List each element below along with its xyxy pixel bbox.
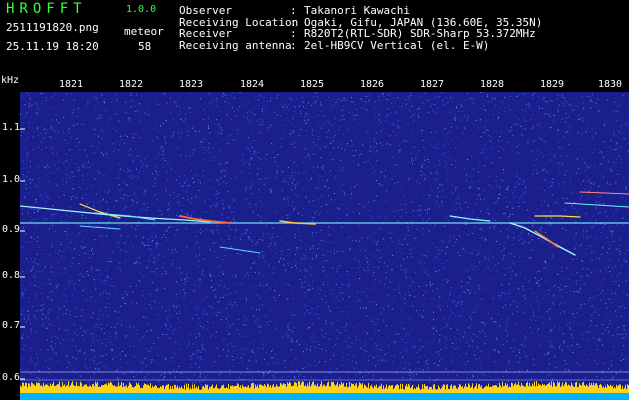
time-tick: 1829 xyxy=(540,79,565,90)
info-row-antenna: Receiving antenna:2el-HB9CV Vertical (el… xyxy=(179,40,542,52)
time-tick: 1830 xyxy=(598,79,623,90)
meteor-label: meteor xyxy=(124,25,164,38)
time-tick: 1823 xyxy=(179,79,204,90)
freq-tick: 0.8 xyxy=(2,270,21,281)
info-sep: : xyxy=(290,4,297,17)
timestamp: 25.11.19 18:20 xyxy=(6,40,99,53)
spectrogram-background xyxy=(20,92,629,400)
spectrogram xyxy=(20,92,629,400)
freq-tick: 0.9 xyxy=(2,224,21,235)
info-value: 2el-HB9CV Vertical (el. E-W) xyxy=(304,38,490,52)
time-tick: 1824 xyxy=(240,79,265,90)
info-value: Takanori Kawachi xyxy=(304,4,410,17)
file-name: 2511191820.png xyxy=(6,21,99,34)
time-tick: 1828 xyxy=(480,79,505,90)
header-panel: HROFFT 1.0.0 2511191820.png meteor 25.11… xyxy=(0,0,629,72)
info-key: Observer xyxy=(179,4,232,17)
time-tick: 1821 xyxy=(59,79,84,90)
freq-tick: 1.0 xyxy=(2,174,21,185)
meteor-count: 58 xyxy=(138,40,152,53)
info-sep: : xyxy=(290,38,297,52)
freq-tick: 1.1 xyxy=(2,122,21,133)
time-tick: 1827 xyxy=(420,79,445,90)
app-title: HROFFT xyxy=(6,1,87,17)
app-version: 1.0.0 xyxy=(126,4,157,15)
histogram-baseline xyxy=(20,393,629,400)
time-tick: 1822 xyxy=(119,79,144,90)
info-key: Receiving antenna xyxy=(179,38,292,52)
info-row-observer: Observer: Takanori Kawachi xyxy=(179,5,542,17)
time-tick: 1826 xyxy=(360,79,385,90)
freq-tick: 0.7 xyxy=(2,320,21,331)
station-info: Observer: Takanori Kawachi Receiving Loca… xyxy=(179,5,542,51)
freq-unit-label: kHz xyxy=(1,75,20,86)
time-tick: 1825 xyxy=(300,79,325,90)
freq-tick: 0.6 xyxy=(2,372,21,383)
